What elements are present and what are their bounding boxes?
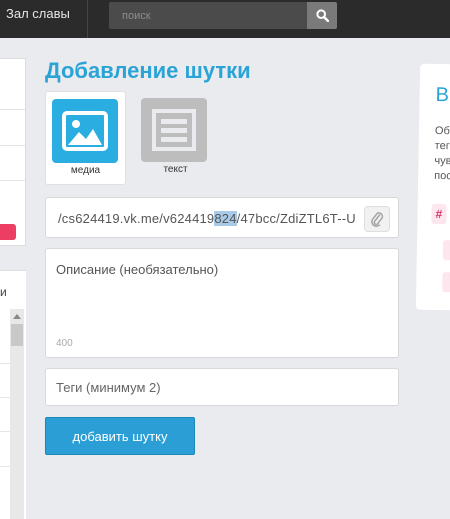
char-counter: 400 — [56, 338, 73, 349]
type-text-label: текст — [163, 164, 188, 175]
sidebar-divider — [0, 145, 25, 146]
sidebar-list: и — [0, 270, 26, 519]
sidebar-divider — [0, 180, 25, 181]
tag-chip[interactable] — [442, 240, 450, 261]
type-media-label: медиа — [70, 165, 101, 176]
description-field: 400 — [45, 248, 399, 358]
sidebar-list-label: и — [0, 285, 7, 299]
media-url-value[interactable]: /cs624419.vk.me/v624419824/47bcc/ZdiZTL6… — [58, 211, 356, 226]
sidebar-divider — [0, 466, 10, 467]
image-icon-tile — [52, 99, 118, 163]
top-bar: Зал славы — [0, 0, 450, 38]
search-input[interactable] — [109, 2, 307, 29]
search-box — [109, 2, 337, 29]
tags-input[interactable] — [46, 369, 398, 405]
search-icon — [315, 9, 329, 22]
paperclip-icon — [371, 212, 384, 227]
add-joke-button[interactable]: добавить шутку — [45, 417, 195, 455]
attach-button[interactable] — [364, 206, 390, 232]
sidebar-menu — [0, 58, 26, 246]
tags-field — [45, 368, 399, 406]
caret-up-icon — [13, 313, 21, 319]
tag-chip[interactable] — [442, 272, 450, 293]
rules-panel: Вы Об тег чув пос # — [415, 63, 450, 311]
description-input[interactable] — [46, 249, 398, 357]
sidebar-badge[interactable] — [0, 224, 16, 240]
rules-text: Об тег чув пос — [434, 124, 450, 183]
search-button[interactable] — [307, 2, 337, 29]
page-title: Добавление шутки — [45, 58, 251, 83]
topbar-divider — [87, 0, 88, 38]
type-media-button[interactable]: медиа — [45, 91, 126, 185]
sidebar-divider — [0, 363, 10, 364]
sidebar-divider — [0, 397, 10, 398]
hall-of-fame-link[interactable]: Зал славы — [6, 6, 70, 21]
rules-heading: Вы — [435, 83, 450, 107]
sidebar-divider — [0, 431, 10, 432]
text-lines-icon — [152, 109, 196, 151]
text-icon-tile — [141, 98, 207, 162]
type-text-button[interactable]: текст — [140, 91, 221, 185]
scrollbar-thumb[interactable] — [11, 324, 23, 346]
tag-chip[interactable]: # — [431, 203, 447, 225]
url-text-selection: 824 — [214, 211, 237, 226]
scrollbar[interactable] — [10, 309, 24, 519]
scroll-up-arrow[interactable] — [10, 309, 24, 323]
media-url-field[interactable]: /cs624419.vk.me/v624419824/47bcc/ZdiZTL6… — [45, 197, 399, 238]
image-icon — [62, 111, 108, 151]
sidebar-divider — [0, 109, 25, 110]
